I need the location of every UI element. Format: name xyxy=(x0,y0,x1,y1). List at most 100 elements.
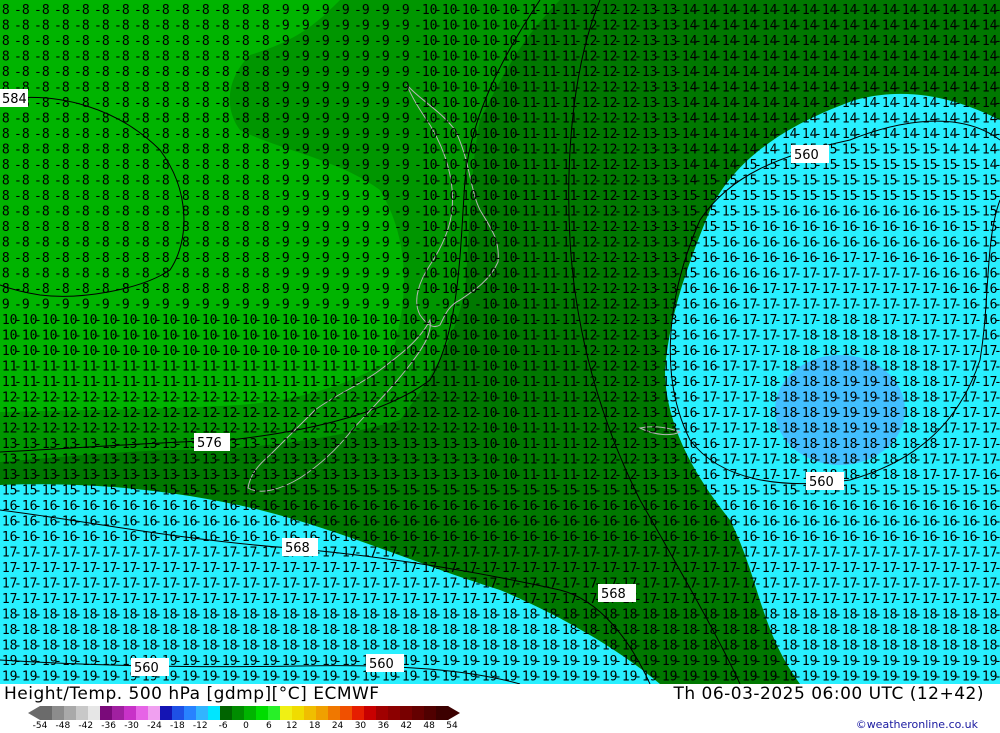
temperature-value: -9 xyxy=(394,174,410,189)
temperature-value: -16 xyxy=(994,282,1000,297)
temperature-value: -8 xyxy=(254,143,270,158)
credit-link[interactable]: ©weatheronline.co.uk xyxy=(856,718,978,731)
temperature-value: -8 xyxy=(234,81,250,96)
temperature-value: -8 xyxy=(134,19,150,34)
temperature-value: -9 xyxy=(274,189,290,204)
temperature-value: -9 xyxy=(274,65,290,80)
temperature-value: -8 xyxy=(114,81,130,96)
temperature-value: -8 xyxy=(194,81,210,96)
temperature-value: -9 xyxy=(334,65,350,80)
temperature-value: -8 xyxy=(214,81,230,96)
temperature-value: -8 xyxy=(94,205,110,220)
temperature-value: -9 xyxy=(374,112,390,127)
temperature-value: -8 xyxy=(114,189,130,204)
temperature-value: -8 xyxy=(174,174,190,189)
temperature-value: -8 xyxy=(214,282,230,297)
contour-label-560-sw: 560 xyxy=(131,658,169,676)
colorbar-segment xyxy=(148,706,161,720)
colorbar-tick-label: -6 xyxy=(218,721,228,731)
temperature-value: -14 xyxy=(994,127,1000,142)
temperature-value: -17 xyxy=(994,592,1000,607)
temperature-value: -8 xyxy=(174,3,190,18)
colorbar-tick-label: 6 xyxy=(266,721,272,731)
temperature-value: -8 xyxy=(154,3,170,18)
temperature-value: -9 xyxy=(354,174,370,189)
temperature-value: -9 xyxy=(274,81,290,96)
temperature-value: -8 xyxy=(54,50,70,65)
temperature-value: -9 xyxy=(294,96,310,111)
colorbar-segment xyxy=(220,706,233,720)
temperature-value: -9 xyxy=(394,65,410,80)
temperature-value: -8 xyxy=(174,220,190,235)
temperature-value: -8 xyxy=(74,174,90,189)
temperature-value: -9 xyxy=(294,282,310,297)
temperature-value: -8 xyxy=(0,158,10,173)
temperature-value: -16 xyxy=(994,422,1000,437)
temperature-value: -8 xyxy=(174,96,190,111)
contour-label-584: 584 xyxy=(0,89,28,107)
temperature-value: -8 xyxy=(234,158,250,173)
temperature-value: -8 xyxy=(174,112,190,127)
temperature-value: -9 xyxy=(354,50,370,65)
temperature-value: -8 xyxy=(114,65,130,80)
temperature-value: -8 xyxy=(14,143,30,158)
temperature-value: -8 xyxy=(14,251,30,266)
temperature-value: -8 xyxy=(14,158,30,173)
temperature-value: -16 xyxy=(994,391,1000,406)
colorbar-segment xyxy=(52,706,65,720)
temperature-value: -14 xyxy=(994,65,1000,80)
temperature-value: -8 xyxy=(54,34,70,49)
temperature-value: -8 xyxy=(14,205,30,220)
temperature-value: -9 xyxy=(334,3,350,18)
temperature-value: -9 xyxy=(374,174,390,189)
temperature-value: -9 xyxy=(394,205,410,220)
temperature-value: -8 xyxy=(74,143,90,158)
temperature-value: -8 xyxy=(94,158,110,173)
temperature-value: -8 xyxy=(34,50,50,65)
temperature-value: -16 xyxy=(994,530,1000,545)
colorbar-segment xyxy=(376,706,389,720)
temperature-value: -8 xyxy=(194,236,210,251)
temperature-value: -8 xyxy=(54,236,70,251)
temperature-value: -9 xyxy=(294,50,310,65)
temperature-value: -9 xyxy=(354,34,370,49)
temperature-value: -8 xyxy=(214,205,230,220)
temperature-value: -8 xyxy=(74,127,90,142)
temperature-value: -8 xyxy=(94,50,110,65)
temperature-value: -9 xyxy=(274,3,290,18)
colorbar-tick-label: 54 xyxy=(446,721,458,731)
temperature-value: -8 xyxy=(214,34,230,49)
temperature-value: -8 xyxy=(114,34,130,49)
temperature-value: -8 xyxy=(14,65,30,80)
temperature-value: -8 xyxy=(254,236,270,251)
temperature-value: -9 xyxy=(314,174,330,189)
temperature-value: -9 xyxy=(294,189,310,204)
colorbar-segment xyxy=(76,706,89,720)
temperature-value: -8 xyxy=(154,50,170,65)
temperature-value: -8 xyxy=(234,174,250,189)
temperature-value: -16 xyxy=(994,499,1000,514)
temperature-value: -18 xyxy=(994,623,1000,638)
temperature-value: -8 xyxy=(114,158,130,173)
temperature-value: -8 xyxy=(154,143,170,158)
temperature-value: -8 xyxy=(114,50,130,65)
temperature-value: -8 xyxy=(0,3,10,18)
temperature-value: -9 xyxy=(274,112,290,127)
temperature-value: -8 xyxy=(254,50,270,65)
temperature-value: -8 xyxy=(174,34,190,49)
temperature-value: -9 xyxy=(174,298,190,313)
temperature-value: -8 xyxy=(14,50,30,65)
temperature-value: -8 xyxy=(14,189,30,204)
temperature-value: -8 xyxy=(234,50,250,65)
temperature-value: -9 xyxy=(334,19,350,34)
temperature-value: -8 xyxy=(154,81,170,96)
temperature-value: -8 xyxy=(154,158,170,173)
temperature-value: -9 xyxy=(354,3,370,18)
temperature-value: -9 xyxy=(354,81,370,96)
temperature-value: -8 xyxy=(114,143,130,158)
colorbar-tick-label: 24 xyxy=(331,721,344,731)
temperature-value: -8 xyxy=(254,220,270,235)
temperature-value: -8 xyxy=(234,34,250,49)
temperature-value: -8 xyxy=(94,81,110,96)
temperature-value: -9 xyxy=(294,205,310,220)
